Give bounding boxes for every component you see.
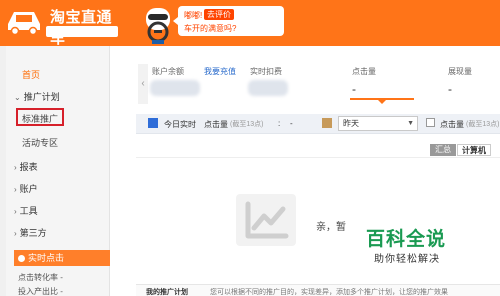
sidebar: 首页 ⌄ 推广计划 标准推广 活动专区 › 报表 › 账户 › 工具 › 第三方 实时点击…: [6, 46, 112, 296]
blurred-balance: [150, 80, 200, 96]
feedback-bubble: 嘟嘟! 去评价 车开的满意吗?: [173, 6, 284, 36]
tab-summary[interactable]: 汇总: [430, 144, 456, 156]
clicks-metric-value: -: [352, 82, 356, 96]
stat-roi: 投入产出比 -: [18, 287, 63, 296]
compare-date-value: 昨天: [343, 119, 359, 128]
sidebar-item-reports[interactable]: › 报表: [14, 160, 38, 173]
sidebar-item-account[interactable]: › 账户: [14, 182, 38, 195]
sidebar-item-label: 推广计划: [23, 92, 60, 102]
recharge-link[interactable]: 我要充值: [204, 66, 236, 77]
top-header: 淘宝直通车 嘟嘟! 去评价 车开的满意吗?: [0, 0, 500, 46]
sidebar-item-activity-zone[interactable]: 活动专区: [22, 136, 58, 149]
sidebar-item-home[interactable]: 首页: [22, 68, 40, 81]
today-legend-swatch: [148, 118, 158, 128]
mascot-icon: [146, 8, 170, 44]
highlight-box: [16, 108, 64, 126]
sidebar-item-third-party[interactable]: › 第三方: [14, 226, 47, 239]
bubble-greeting: 嘟嘟!: [184, 11, 203, 20]
chevron-right-icon: ›: [14, 185, 17, 194]
my-promo-plan-tab[interactable]: 我的推广计划: [146, 287, 188, 296]
dropdown-caret-icon: ▼: [407, 120, 414, 127]
bubble-question: 车开的满意吗?: [184, 24, 237, 33]
yesterday-clicks-label: 点击量: [440, 120, 464, 129]
sidebar-item-label: 报表: [19, 162, 38, 172]
impressions-metric-value: -: [448, 82, 452, 96]
stat-click-rate: 点击转化率 -: [18, 273, 63, 282]
logo[interactable]: 淘宝直通车: [4, 4, 118, 46]
yesterday-legend-swatch: [322, 118, 332, 128]
today-clicks-hint: (截至13点): [230, 121, 264, 128]
chevron-down-icon: ⌄: [14, 93, 21, 102]
compare-date-select[interactable]: 昨天 ▼: [338, 116, 418, 131]
realtime-dot-icon: [18, 255, 25, 262]
sidebar-item-label: 账户: [19, 184, 38, 194]
watermark-title: 百科全说: [366, 229, 447, 250]
balance-label: 账户余额: [152, 67, 184, 76]
impressions-metric-label[interactable]: 展现量: [448, 66, 472, 77]
sidebar-item-label: 第三方: [19, 228, 47, 238]
sidebar-item-promo-plan[interactable]: ⌄ 推广计划: [14, 90, 60, 103]
sidebar-item-label: 工具: [19, 206, 38, 216]
today-clicks-label: 点击量: [204, 120, 228, 129]
divider: [136, 157, 500, 158]
chevron-right-icon: ›: [14, 207, 17, 216]
watermark-subtitle: 助你轻松解决: [374, 254, 440, 265]
car-logo-icon: [8, 12, 40, 36]
today-realtime-label: 今日实时: [164, 120, 196, 129]
chevron-right-icon: ›: [14, 229, 17, 238]
compare-checkbox[interactable]: [426, 118, 435, 127]
blurred-deduct: [248, 80, 288, 96]
logo-subtitle: [46, 26, 118, 37]
chevron-right-icon: ›: [14, 163, 17, 172]
promo-plan-description: 您可以根据不同的推广目的，实现差异，添加多个推广计划，让您的推广效果: [210, 289, 448, 296]
realtime-deduct-label: 实时扣费: [250, 67, 282, 76]
tab-computer[interactable]: 计算机: [457, 144, 491, 156]
yesterday-clicks-hint: (截至13点): [466, 121, 500, 128]
rate-button[interactable]: 去评价: [204, 9, 234, 20]
line-chart-icon: [236, 194, 296, 246]
empty-state-text: 亲，暂: [316, 222, 346, 233]
today-clicks-value: -: [290, 119, 293, 128]
collapse-arrow-icon[interactable]: ‹: [138, 64, 148, 104]
realtime-click-panel[interactable]: 实时点击: [14, 250, 112, 266]
clicks-metric-label[interactable]: 点击量: [352, 66, 376, 77]
sidebar-item-tools[interactable]: › 工具: [14, 204, 38, 217]
today-colon: :: [278, 119, 281, 128]
caret-down-icon: [378, 100, 386, 104]
realtime-label: 实时点击: [28, 253, 65, 263]
